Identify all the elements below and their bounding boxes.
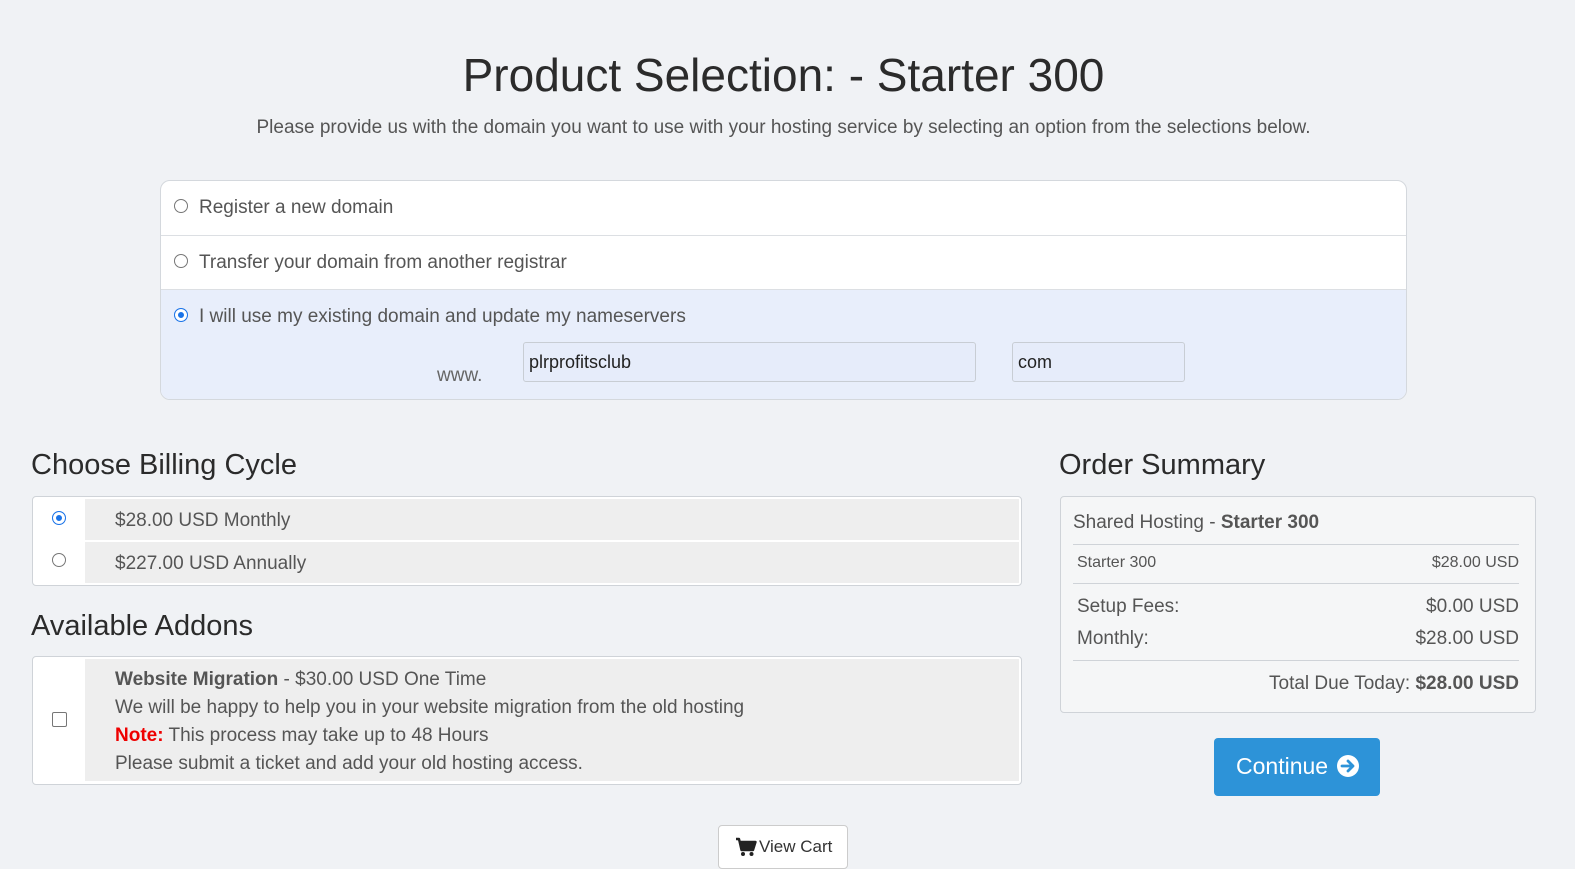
- domain-option-label: Register a new domain: [199, 197, 394, 218]
- addon-checkbox[interactable]: [52, 712, 67, 727]
- addon-website-migration: Website Migration - $30.00 USD One Time …: [32, 656, 1022, 785]
- order-summary-heading: Order Summary: [1059, 449, 1266, 481]
- domain-option-label: Transfer your domain from another regist…: [199, 252, 567, 273]
- summary-product-title: Shared Hosting - Starter 300: [1073, 512, 1319, 534]
- billing-monthly-radio[interactable]: [52, 511, 66, 525]
- billing-annually-radio[interactable]: [52, 553, 66, 567]
- summary-line-item: Starter 300 $28.00 USD: [1077, 554, 1519, 572]
- billing-option-label: $28.00 USD Monthly: [115, 510, 291, 531]
- addon-instruction-line: Please submit a ticket and add your old …: [115, 753, 583, 774]
- addon-note-label: Note:: [115, 725, 164, 746]
- billing-cycle-heading: Choose Billing Cycle: [31, 449, 297, 481]
- continue-button[interactable]: Continue: [1214, 738, 1380, 796]
- shopping-cart-icon: [736, 837, 757, 856]
- own-domain-radio[interactable]: [174, 308, 188, 322]
- page-subtitle: Please provide us with the domain you wa…: [256, 117, 1311, 138]
- addon-description[interactable]: Website Migration - $30.00 USD One Time …: [85, 659, 1019, 781]
- billing-option-annually[interactable]: $227.00 USD Annually: [85, 542, 1019, 583]
- register-domain-radio[interactable]: [174, 199, 188, 213]
- line-item-label: Starter 300: [1077, 554, 1157, 571]
- addon-description-line: We will be happy to help you in your web…: [115, 697, 745, 718]
- www-prefix-label: www.: [437, 365, 483, 386]
- view-cart-button[interactable]: View Cart: [718, 825, 848, 869]
- billing-option-label: $227.00 USD Annually: [115, 553, 307, 574]
- domain-option-label: I will use my existing domain and update…: [199, 306, 686, 327]
- total-label: Total Due Today:: [1269, 673, 1416, 694]
- continue-label: Continue: [1236, 753, 1329, 779]
- domain-option-owndomain[interactable]: I will use my existing domain and update…: [161, 290, 1406, 399]
- domain-sld-input[interactable]: plrprofitsclub: [523, 342, 976, 382]
- addon-price: - $30.00 USD One Time: [278, 669, 487, 690]
- transfer-domain-radio[interactable]: [174, 254, 188, 268]
- view-cart-label: View Cart: [759, 837, 833, 856]
- setup-fees-label: Setup Fees:: [1077, 596, 1180, 617]
- line-item-price: $28.00 USD: [1431, 554, 1519, 571]
- domain-tld-input[interactable]: com: [1012, 342, 1185, 382]
- billing-cycle-panel: $28.00 USD Monthly $227.00 USD Annually: [32, 496, 1022, 586]
- summary-monthly-row: Monthly: $28.00 USD: [1077, 628, 1519, 650]
- setup-fees-value: $0.00 USD: [1426, 596, 1519, 617]
- total-value: $28.00 USD: [1415, 673, 1519, 694]
- summary-divider: [1073, 583, 1519, 584]
- addon-title-line: Website Migration - $30.00 USD One Time: [115, 669, 486, 691]
- domain-option-transfer[interactable]: Transfer your domain from another regist…: [161, 236, 1406, 290]
- total-due-today: Total Due Today: $28.00 USD: [1269, 673, 1519, 695]
- monthly-label: Monthly:: [1077, 628, 1149, 649]
- order-summary-panel: Shared Hosting - Starter 300 Starter 300…: [1060, 496, 1536, 713]
- addon-note-text: This process may take up to 48 Hours: [163, 725, 489, 746]
- addons-heading: Available Addons: [31, 610, 253, 642]
- billing-option-monthly[interactable]: $28.00 USD Monthly: [85, 499, 1019, 540]
- domain-options-panel: Register a new domain Transfer your doma…: [160, 180, 1407, 400]
- domain-option-register[interactable]: Register a new domain: [161, 181, 1406, 236]
- summary-product-name: Starter 300: [1220, 512, 1320, 533]
- summary-category: Shared Hosting -: [1073, 512, 1221, 533]
- addon-note-line: Note: This process may take up to 48 Hou…: [115, 725, 488, 747]
- monthly-value: $28.00 USD: [1415, 628, 1519, 649]
- addon-name: Website Migration: [115, 669, 279, 690]
- page-title: Product Selection: - Starter 300: [462, 49, 1105, 101]
- summary-setup-row: Setup Fees: $0.00 USD: [1077, 596, 1519, 618]
- arrow-right-circle-icon: [1337, 755, 1359, 777]
- summary-divider: [1073, 544, 1519, 545]
- summary-divider: [1073, 660, 1519, 661]
